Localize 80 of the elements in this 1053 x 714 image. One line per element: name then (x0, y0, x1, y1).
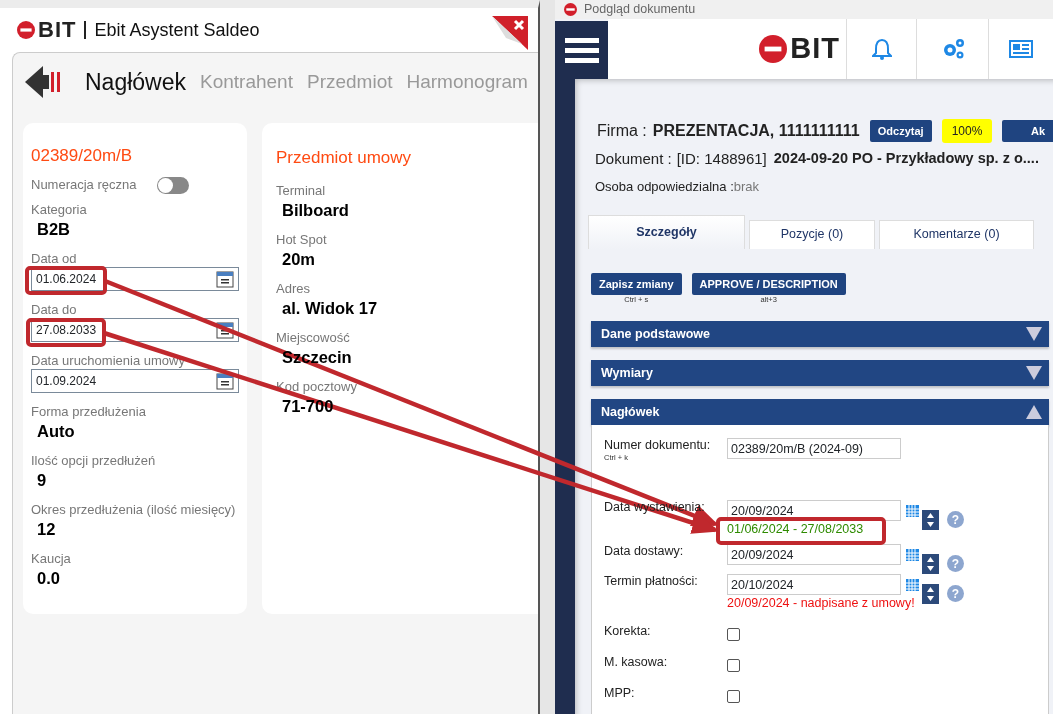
close-icon[interactable] (492, 16, 528, 50)
menu-icon (564, 35, 599, 64)
contract-number: 02389/20m/B (31, 145, 134, 167)
field-label: Kategoria (31, 201, 88, 218)
checkbox[interactable] (727, 628, 740, 642)
tab[interactable]: Szczegóły (588, 214, 745, 249)
calendar-icon[interactable] (905, 503, 920, 519)
text-field[interactable]: 02389/20m/B (2024-09) (727, 438, 901, 460)
document-id: [ID: 1488961] (676, 148, 767, 169)
field-label: Numer dokumentu: (604, 438, 711, 453)
toggle-switch[interactable] (156, 176, 189, 194)
logo-text: BIT (790, 34, 840, 64)
window-title: Ebit Asystent Saldeo (84, 21, 260, 39)
field-label: Adres (276, 280, 311, 297)
spinner-icon[interactable] (922, 554, 939, 575)
logo-icon (758, 33, 789, 64)
field-label: Ilość opcji przedłużeń (31, 452, 157, 469)
field-value: 71-700 (282, 395, 334, 417)
tab[interactable]: Nagłówek (85, 64, 186, 100)
tab[interactable]: Komentarze (0) (879, 219, 1034, 249)
action-button[interactable]: APPROVE / DESCRIPTION (691, 272, 846, 296)
newspaper-icon[interactable] (1009, 39, 1033, 58)
field-label: M. kasowa: (604, 655, 668, 670)
spinner-icon[interactable] (922, 510, 939, 531)
date-field[interactable]: 20/10/2024 (727, 574, 901, 596)
field-label: Osoba odpowiedzialna : (595, 178, 734, 196)
field-label: Data uruchomienia umowy (31, 352, 186, 369)
field-label: Hot Spot (276, 231, 328, 248)
logo-icon (16, 20, 36, 40)
field-value: B2B (37, 218, 70, 240)
date-field[interactable]: 20/09/2024 (727, 544, 901, 566)
section-header[interactable]: Wymiary (591, 360, 1049, 387)
checkbox[interactable] (727, 690, 740, 704)
field-label: Terminal (276, 182, 327, 199)
field-value: Bilboard (282, 199, 349, 221)
logo-text: BIT (38, 19, 77, 41)
field-value: Auto (37, 420, 75, 442)
field-label: Kaucja (31, 550, 72, 567)
tab[interactable]: Pozycje (0) (749, 219, 875, 249)
field-label: Miejscowość (276, 329, 351, 346)
field-label: Forma przedłużenia (31, 403, 147, 420)
menu-button[interactable] (555, 20, 608, 79)
window-title: Podgląd dokumentu (584, 1, 696, 18)
field-label: Okres przedłużenia (ilość miesięcy) (31, 501, 237, 518)
logo-icon (563, 1, 578, 17)
card-title: Przedmiot umowy (276, 147, 413, 169)
action-button[interactable]: Ak (1002, 119, 1053, 142)
calendar-icon[interactable] (905, 577, 920, 593)
field-label: MPP: (604, 686, 635, 701)
percent-badge: 100% (941, 118, 993, 143)
date-field[interactable]: 01.09.2024 (31, 368, 239, 393)
field-label: Data od (31, 250, 78, 267)
field-label: Korekta: (604, 624, 651, 639)
bell-icon[interactable] (871, 37, 892, 60)
calendar-icon (216, 269, 234, 288)
document-name: 2024-09-20 PO - Przykładowy sp. z o.... (773, 148, 1039, 168)
calendar-icon[interactable] (905, 547, 920, 563)
field-value: 20m (282, 248, 316, 270)
company-name: PREZENTACJA, 1111111111 (652, 120, 860, 141)
back-icon[interactable] (23, 64, 63, 100)
date-field[interactable]: 01.06.2024 (31, 266, 239, 291)
section-header[interactable]: Dane podstawowe (591, 321, 1049, 348)
field-label: Dokument : (595, 148, 672, 169)
field-label: Data do (31, 301, 78, 318)
read-button[interactable]: Odczytaj (869, 119, 932, 142)
field-value: 9 (37, 469, 47, 491)
action-button[interactable]: Zapisz zmiany (591, 272, 682, 296)
field-label: Termin płatności: (604, 574, 698, 589)
field-value: al. Widok 17 (282, 297, 378, 319)
validation-note: 01/06/2024 - 27/08/2033 (727, 522, 864, 537)
section-header[interactable]: Nagłówek (591, 399, 1049, 426)
field-value: 0.0 (37, 567, 60, 589)
toggle-label: Numeracja ręczna (31, 177, 137, 193)
spinner-icon[interactable] (922, 584, 939, 605)
field-label: Firma : (597, 120, 647, 141)
validation-note: 20/09/2024 - nadpisane z umowy! (727, 596, 915, 611)
checkbox[interactable] (727, 659, 740, 673)
field-value: 12 (37, 518, 56, 540)
field-label: Data dostawy: (604, 544, 684, 559)
calendar-icon (216, 371, 234, 390)
